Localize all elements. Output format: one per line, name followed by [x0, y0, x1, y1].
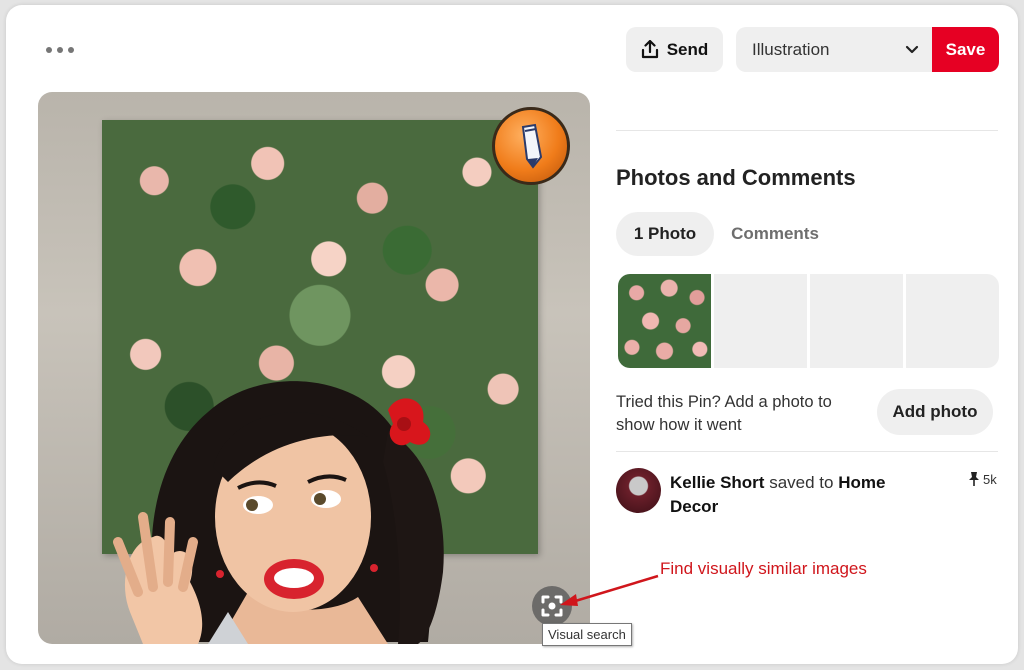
annotation-arrow-icon	[560, 574, 659, 606]
save-count-value: 5k	[983, 471, 997, 487]
pin-icon	[969, 472, 979, 486]
saved-action-text: saved to	[769, 473, 834, 492]
save-button[interactable]: Save	[932, 27, 999, 72]
chevron-down-icon	[905, 45, 919, 54]
empty-photo-slot	[714, 274, 807, 368]
woman-photo	[113, 381, 444, 644]
board-select-value: Illustration	[752, 39, 830, 59]
more-options-button[interactable]	[46, 41, 74, 59]
empty-photo-slot	[810, 274, 903, 368]
more-dots-icon	[68, 47, 74, 53]
empty-photo-slot	[906, 274, 999, 368]
top-divider	[616, 130, 998, 131]
photos-comments-title: Photos and Comments	[616, 165, 856, 190]
pencil-edit-icon	[492, 107, 570, 185]
board-select-dropdown[interactable]: Illustration	[736, 27, 932, 72]
avatar[interactable]	[616, 468, 661, 513]
tab-photos[interactable]: 1 Photo	[616, 212, 714, 256]
annotation-text: Find visually similar images	[660, 559, 867, 578]
send-label: Send	[666, 39, 709, 59]
photo-strip	[618, 274, 999, 368]
tried-pin-prompt: Tried this Pin? Add a photo to show how …	[616, 393, 832, 434]
save-count: 5k	[968, 471, 997, 487]
saved-by-user-link[interactable]: Kellie Short	[670, 473, 764, 492]
more-dots-icon	[57, 47, 63, 53]
photo-thumbnail[interactable]	[618, 274, 711, 368]
pin-image[interactable]	[38, 92, 590, 644]
more-dots-icon	[46, 47, 52, 53]
add-photo-button[interactable]: Add photo	[877, 389, 993, 435]
send-button[interactable]: Send	[626, 27, 723, 72]
middle-divider	[616, 451, 998, 452]
saved-by-text: Kellie Short saved to Home Decor	[670, 471, 910, 519]
visual-search-tooltip: Visual search	[542, 623, 632, 646]
tab-comments[interactable]: Comments	[720, 212, 830, 256]
share-upload-icon	[641, 40, 658, 59]
